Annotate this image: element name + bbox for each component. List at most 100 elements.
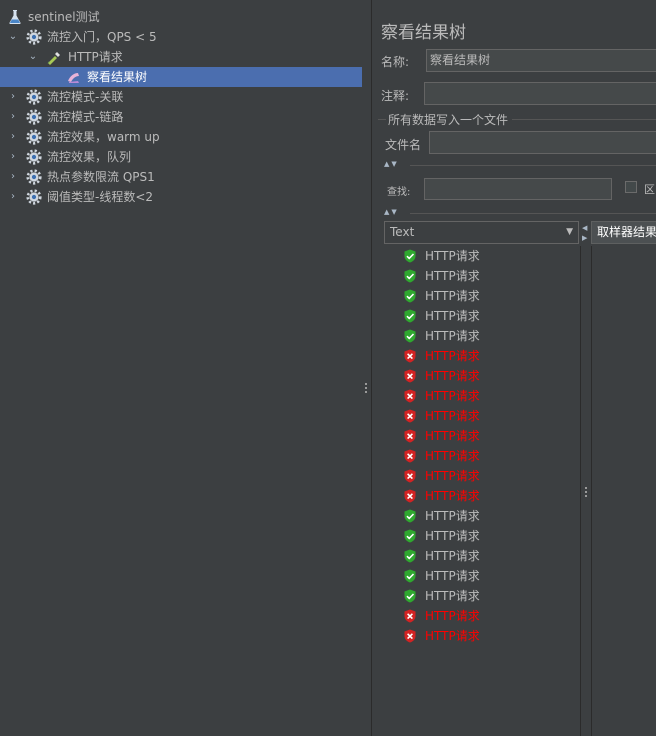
- tree-item-thread-group[interactable]: › 流控模式-关联: [0, 87, 362, 107]
- filename-label: 文件名: [385, 138, 422, 152]
- tab-sampler-result[interactable]: 取样器结果: [591, 221, 656, 244]
- chevron-right-icon[interactable]: ›: [7, 147, 19, 167]
- result-row[interactable]: HTTP请求: [384, 566, 580, 586]
- write-file-section-label: 所有数据写入一个文件: [388, 113, 509, 127]
- result-label: HTTP请求: [425, 629, 480, 643]
- result-label: HTTP请求: [425, 349, 480, 363]
- tree-item-view-results-tree[interactable]: 察看结果树: [0, 67, 362, 87]
- tree-item-label: 热点参数限流 QPS1: [47, 170, 155, 184]
- error-shield-icon: [404, 449, 416, 463]
- error-shield-icon: [404, 349, 416, 363]
- tree-item-thread-group[interactable]: ⌄ 流控入门，QPS < 5: [0, 27, 362, 47]
- tree-item-thread-group[interactable]: › 流控效果，warm up: [0, 127, 362, 147]
- collapse-toggle-icon[interactable]: ▲▼: [384, 208, 399, 216]
- error-shield-icon: [404, 389, 416, 403]
- dropdown-arrow-icon: ▼: [566, 227, 573, 237]
- result-label: HTTP请求: [425, 609, 480, 623]
- chevron-down-icon[interactable]: ⌄: [7, 27, 19, 47]
- splitter-grip-icon[interactable]: [365, 383, 368, 397]
- tree-item-label: 阈值类型-线程数<2: [47, 190, 154, 204]
- result-label: HTTP请求: [425, 449, 480, 463]
- result-row[interactable]: HTTP请求: [384, 426, 580, 446]
- tree-splitter[interactable]: [362, 0, 371, 736]
- result-label: HTTP请求: [425, 249, 480, 263]
- success-shield-icon: [404, 549, 416, 563]
- detail-pane: [591, 246, 656, 736]
- result-row[interactable]: HTTP请求: [384, 486, 580, 506]
- tree-item-test-plan[interactable]: sentinel测试: [0, 7, 362, 27]
- result-label: HTTP请求: [425, 549, 480, 563]
- scroll-left-icon[interactable]: ◀: [582, 224, 587, 232]
- success-shield-icon: [404, 269, 416, 283]
- gear-icon: [26, 109, 42, 125]
- result-label: HTTP请求: [425, 589, 480, 603]
- result-label: HTTP请求: [425, 329, 480, 343]
- result-row[interactable]: HTTP请求: [384, 326, 580, 346]
- collapse-toggle-icon[interactable]: ▲▼: [384, 160, 399, 168]
- gear-icon: [26, 169, 42, 185]
- result-row[interactable]: HTTP请求: [384, 346, 580, 366]
- result-row[interactable]: HTTP请求: [384, 506, 580, 526]
- gear-icon: [26, 129, 42, 145]
- result-label: HTTP请求: [425, 309, 480, 323]
- results-tree-panel: 察看结果树 名称: 察看结果树 注释: 所有数据写入一个文件 文件名 ▲▼ 查找…: [371, 0, 656, 736]
- results-list: HTTP请求 HTTP请求 HTTP请求 HTTP请求 HTTP请求 HTTP请求 HTTP…: [384, 246, 581, 736]
- result-label: HTTP请求: [425, 369, 480, 383]
- search-label: 查找:: [387, 187, 411, 198]
- result-row[interactable]: HTTP请求: [384, 246, 580, 266]
- result-label: HTTP请求: [425, 469, 480, 483]
- splitter-grip-icon[interactable]: [585, 487, 588, 501]
- chevron-right-icon[interactable]: ›: [7, 187, 19, 207]
- case-sensitive-checkbox[interactable]: [625, 181, 637, 193]
- result-row[interactable]: HTTP请求: [384, 406, 580, 426]
- tree-item-thread-group[interactable]: › 阈值类型-线程数<2: [0, 187, 362, 207]
- chevron-right-icon[interactable]: ›: [7, 167, 19, 187]
- result-row[interactable]: HTTP请求: [384, 546, 580, 566]
- error-shield-icon: [404, 409, 416, 423]
- result-row[interactable]: HTTP请求: [384, 586, 580, 606]
- scroll-right-icon[interactable]: ▶: [582, 234, 587, 242]
- success-shield-icon: [404, 249, 416, 263]
- result-row[interactable]: HTTP请求: [384, 526, 580, 546]
- chevron-right-icon[interactable]: ›: [7, 87, 19, 107]
- chevron-right-icon[interactable]: ›: [7, 107, 19, 127]
- name-field[interactable]: 察看结果树: [426, 49, 656, 72]
- tree-item-thread-group[interactable]: › 热点参数限流 QPS1: [0, 167, 362, 187]
- tree-item-label: 察看结果树: [87, 70, 148, 84]
- gear-icon: [26, 189, 42, 205]
- search-input[interactable]: [424, 178, 612, 200]
- result-row[interactable]: HTTP请求: [384, 466, 580, 486]
- tree-item-thread-group[interactable]: › 流控模式-链路: [0, 107, 362, 127]
- gear-icon: [26, 89, 42, 105]
- chevron-down-icon[interactable]: ⌄: [27, 47, 39, 67]
- result-label: HTTP请求: [425, 509, 480, 523]
- result-row[interactable]: HTTP请求: [384, 386, 580, 406]
- tree-item-thread-group[interactable]: › 流控效果，队列: [0, 147, 362, 167]
- test-plan-tree: sentinel测试 ⌄ 流控入门，QPS < 5 ⌄ HTTP请求 察看结果树…: [0, 0, 362, 736]
- result-label: HTTP请求: [425, 529, 480, 543]
- result-label: HTTP请求: [425, 289, 480, 303]
- gear-icon: [26, 29, 42, 45]
- tree-item-label: 流控模式-关联: [47, 90, 124, 104]
- result-row[interactable]: HTTP请求: [384, 606, 580, 626]
- result-row[interactable]: HTTP请求: [384, 446, 580, 466]
- result-row[interactable]: HTTP请求: [384, 266, 580, 286]
- filename-field[interactable]: [429, 131, 656, 154]
- renderer-select[interactable]: Text ▼: [384, 221, 579, 244]
- error-shield-icon: [404, 629, 416, 643]
- result-label: HTTP请求: [425, 489, 480, 503]
- result-row[interactable]: HTTP请求: [384, 366, 580, 386]
- chevron-right-icon[interactable]: ›: [7, 127, 19, 147]
- comment-field[interactable]: [424, 82, 656, 105]
- result-label: HTTP请求: [425, 389, 480, 403]
- listener-icon: [68, 73, 79, 83]
- result-row[interactable]: HTTP请求: [384, 626, 580, 646]
- tree-item-http-request[interactable]: ⌄ HTTP请求: [0, 47, 362, 67]
- success-shield-icon: [404, 589, 416, 603]
- error-shield-icon: [404, 369, 416, 383]
- success-shield-icon: [404, 509, 416, 523]
- case-sensitive-label: 区: [644, 183, 655, 196]
- panel-title: 察看结果树: [381, 23, 466, 43]
- result-row[interactable]: HTTP请求: [384, 306, 580, 326]
- result-row[interactable]: HTTP请求: [384, 286, 580, 306]
